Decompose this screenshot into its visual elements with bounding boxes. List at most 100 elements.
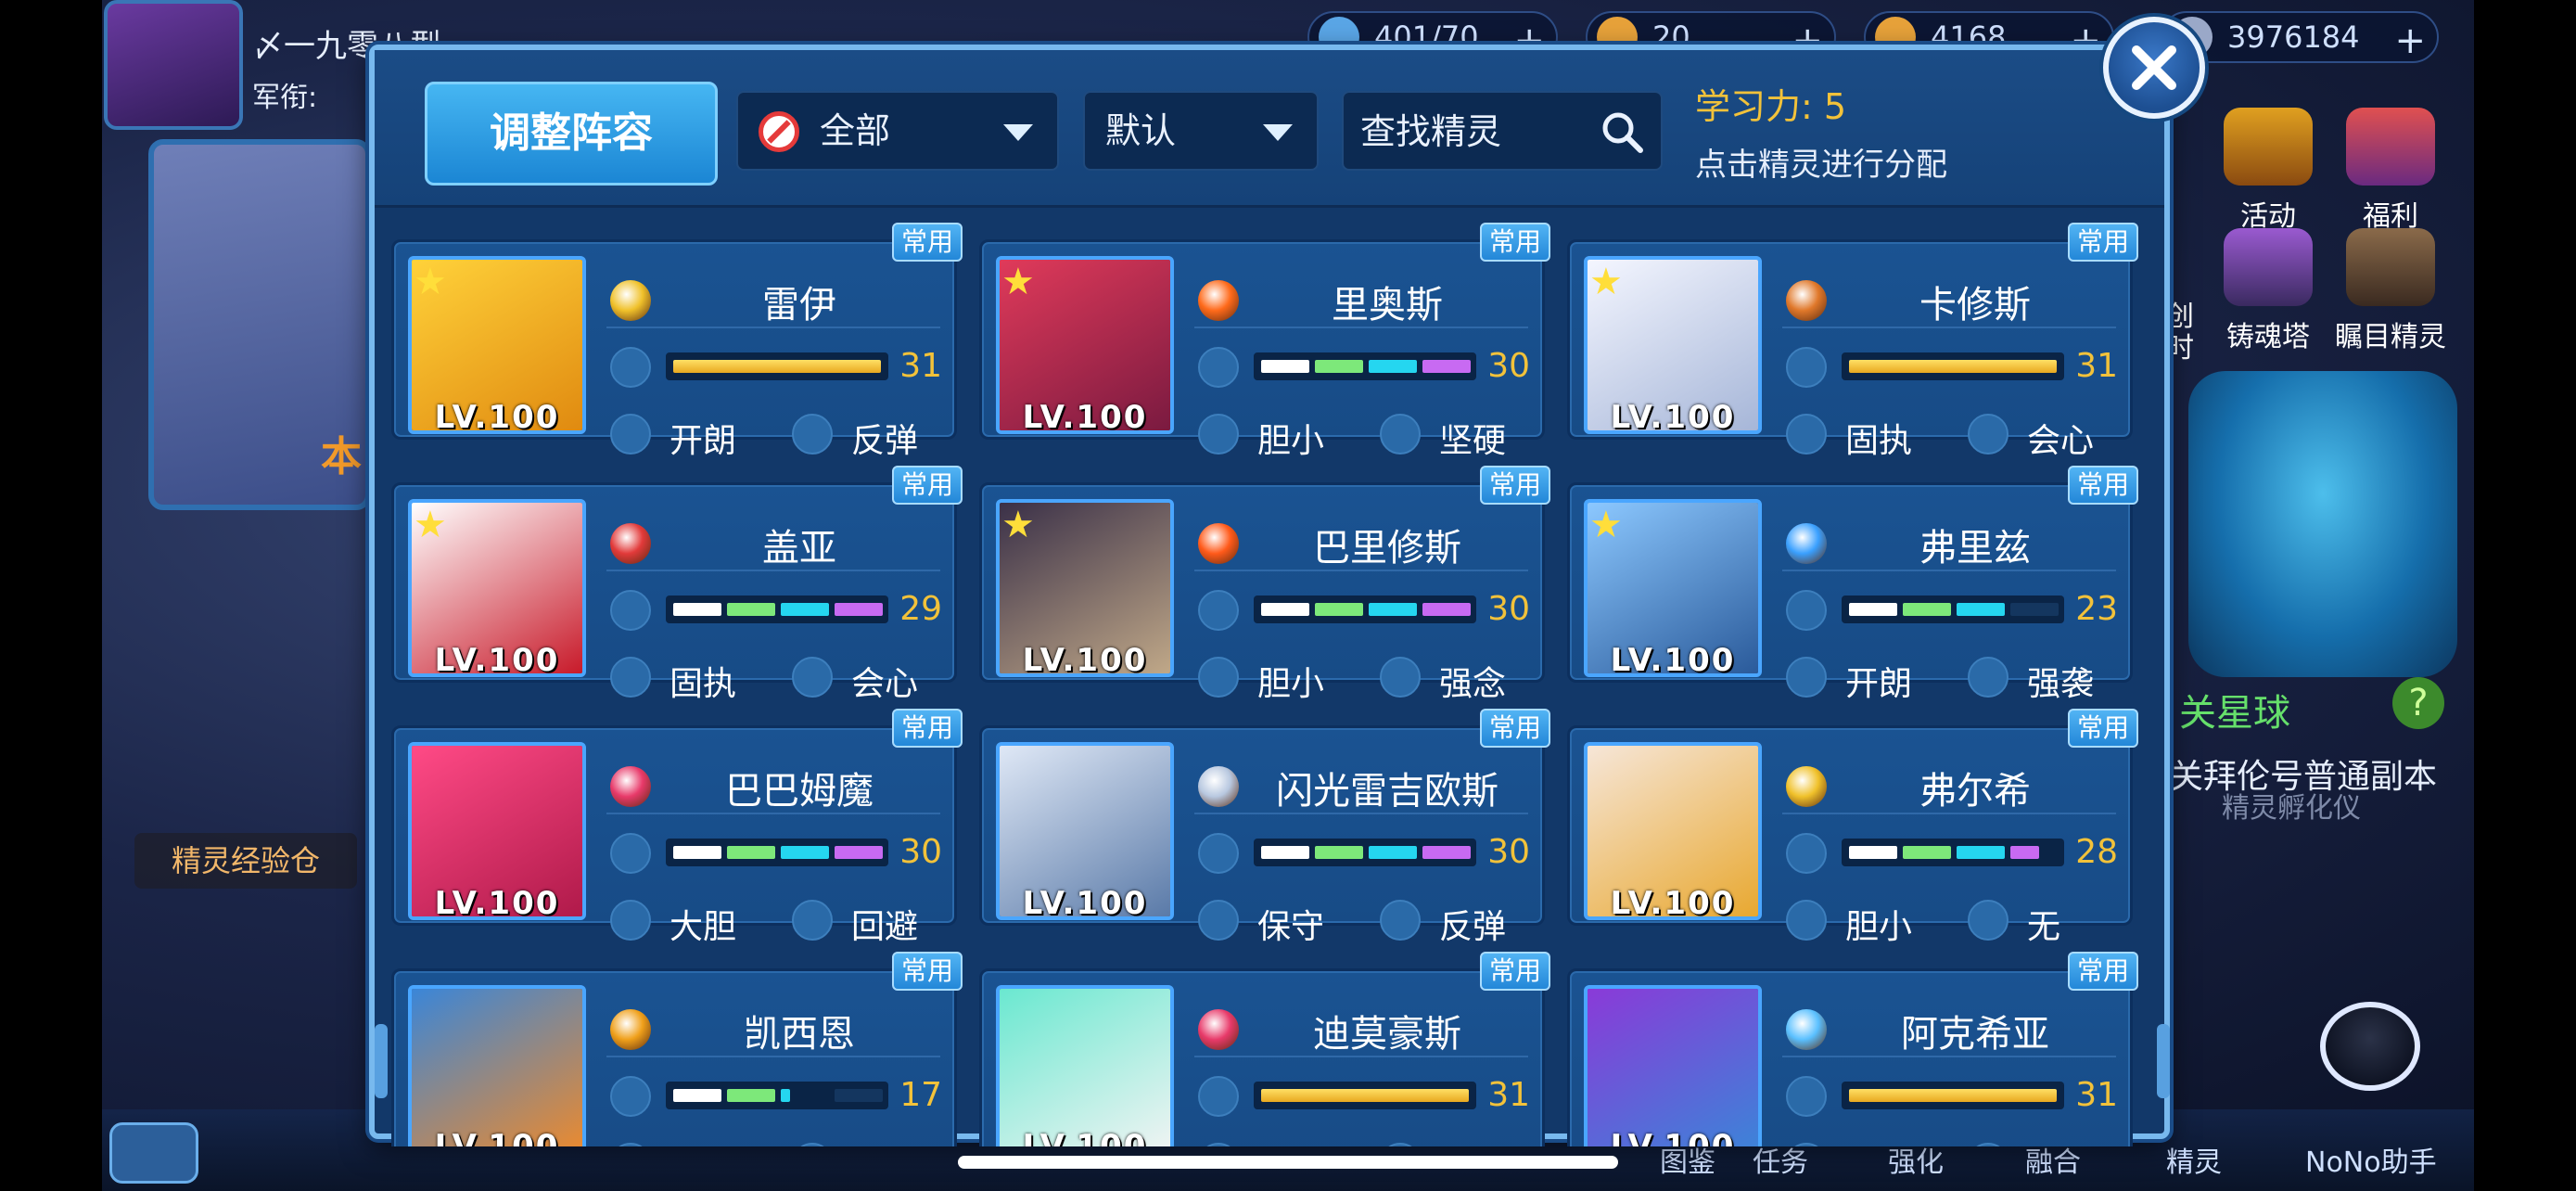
filter-dropdown[interactable]: 全部 [736,91,1059,171]
soul-tower-button[interactable]: 铸魂塔 [2203,228,2333,354]
iv-value: 29 [899,590,942,628]
events-button[interactable]: 活动 [2203,108,2333,234]
iv-bar [1842,352,2064,380]
element-icon [610,1009,651,1050]
iv-bar-segment [1903,603,1951,616]
sort-dropdown[interactable]: 默认 [1083,91,1319,171]
pet-nature: 固执 [670,665,737,703]
pet-card[interactable]: 常用 ★ LV.100 弗里兹 23 开朗 强袭 [1567,466,2138,703]
pet-card[interactable]: 常用 ★ LV.100 雷伊 31 开朗 反弹 [391,223,963,460]
common-tag: 常用 [892,952,963,991]
pet-level: LV.100 [434,642,560,679]
pet-level: LV.100 [434,1128,560,1146]
iv-bar [1842,596,2064,623]
incubator-label: 精灵孵化仪 [2222,792,2361,825]
common-tag: 常用 [892,223,963,262]
divider [1782,1056,2116,1057]
pet-level: LV.100 [1610,1128,1736,1146]
pet-nature: 保守 [1257,908,1325,946]
featured-pet-button[interactable]: 瞩目精灵 [2326,228,2455,354]
home-indicator[interactable] [958,1156,1618,1169]
common-tag: 常用 [892,466,963,505]
iv-value: 31 [2075,347,2118,385]
player-info[interactable]: 〆一九零八型 军衔: [104,0,441,139]
pet-trait: 反弹 [851,422,919,460]
nav-nono-assistant[interactable]: NoNo助手 [2305,1139,2437,1180]
adjust-lineup-button[interactable]: 调整阵容 [425,82,718,186]
left-letterbox [0,0,102,1191]
iv-bar-segment [1369,603,1417,616]
pet-level: LV.100 [1022,399,1148,436]
exp-storage-label[interactable]: 精灵经验仓 [134,833,357,889]
iv-bar [666,352,888,380]
iv-bar-segment [835,846,883,859]
nav-pets[interactable]: 精灵 [2166,1139,2222,1180]
trait-icon [1968,657,2009,698]
iv-bar-segment [781,846,829,859]
event-character-panel[interactable]: 本 [148,139,371,510]
pet-card[interactable]: 常用 ★ LV.100 巴里修斯 30 胆小 强念 [979,466,1550,703]
welfare-button[interactable]: 福利 [2326,108,2455,234]
pet-portrait [1584,985,1762,1146]
pet-name: 雷伊 [762,284,836,327]
iv-bar-segment [1422,846,1471,859]
search-icon[interactable] [1598,108,1646,156]
element-icon [610,766,651,807]
lineup-modal: 调整阵容 全部 默认 学习力: 5 点击精灵进行分配 常用 [369,45,2170,1146]
pet-card[interactable]: 常用 LV.100 阿克希亚 31 [1567,952,2138,1146]
common-tag: 常用 [2068,709,2138,748]
iv-bar [1254,1082,1476,1109]
planet-title: 关星球 [2179,692,2290,735]
iv-bar-segment [1369,360,1417,373]
iv-bar-segment [1957,603,2005,616]
iv-bar-fill [1849,360,2057,373]
trait-icon [1968,414,2009,455]
pet-nature: 胆小 [1257,422,1325,460]
pet-card[interactable]: 常用 ★ LV.100 卡修斯 31 固执 会心 [1567,223,2138,460]
pet-card[interactable]: 常用 LV.100 弗尔希 28 胆小 无 [1567,709,2138,946]
pet-card[interactable]: 常用 LV.100 迪莫豪斯 31 [979,952,1550,1146]
modal-toolbar: 调整阵容 全部 默认 学习力: 5 点击精灵进行分配 [375,50,2164,208]
scroll-indicator-right [2157,1024,2170,1098]
help-icon[interactable]: ? [2392,677,2444,729]
medal-icon [2224,108,2313,186]
pet-level: LV.100 [1610,399,1736,436]
pet-card[interactable]: 常用 ★ LV.100 里奥斯 30 胆小 坚硬 [979,223,1550,460]
stats-icon [1786,347,1827,388]
nono-assistant-icon[interactable] [2300,983,2439,1122]
plus-icon[interactable]: + [2394,17,2426,65]
chat-button[interactable] [109,1122,198,1184]
pet-level: LV.100 [1610,642,1736,679]
iv-bar-segment-empty [2010,603,2059,616]
learning-power-label: 学习力: [1695,86,1813,127]
pet-nature: 开朗 [670,422,737,460]
divider [1782,570,2116,571]
pet-name: 闪光雷吉欧斯 [1276,770,1498,813]
iv-bar-segment [781,603,829,616]
trait-icon [792,900,833,941]
iv-bar-segment [1261,846,1309,859]
stats-icon [1198,347,1239,388]
pet-trait: 反弹 [1439,908,1507,946]
scroll-indicator-left [375,1024,388,1098]
iv-value: 28 [2075,833,2118,871]
iv-value: 31 [2075,1076,2118,1114]
incubator-machine[interactable] [2188,371,2457,677]
pet-level: LV.100 [1610,885,1736,922]
pet-card[interactable]: 常用 ★ LV.100 盖亚 29 固执 会心 [391,466,963,703]
element-icon [1786,766,1827,807]
nature-icon [1198,657,1239,698]
search-input[interactable] [1360,104,1592,160]
divider [1782,327,2116,328]
pet-card[interactable]: 常用 LV.100 凯西恩 17 [391,952,963,1146]
pet-name: 弗尔希 [1919,770,2031,813]
iv-value: 31 [1487,1076,1530,1114]
iv-bar [666,839,888,866]
close-button[interactable] [2103,17,2205,119]
trait-icon [1380,900,1421,941]
iv-bar-segment [1315,360,1363,373]
pet-card[interactable]: 常用 LV.100 巴巴姆魔 30 大胆 回避 [391,709,963,946]
iv-bar-segment [673,846,721,859]
player-avatar[interactable] [104,0,243,130]
pet-card[interactable]: 常用 LV.100 闪光雷吉欧斯 30 保守 反弹 [979,709,1550,946]
